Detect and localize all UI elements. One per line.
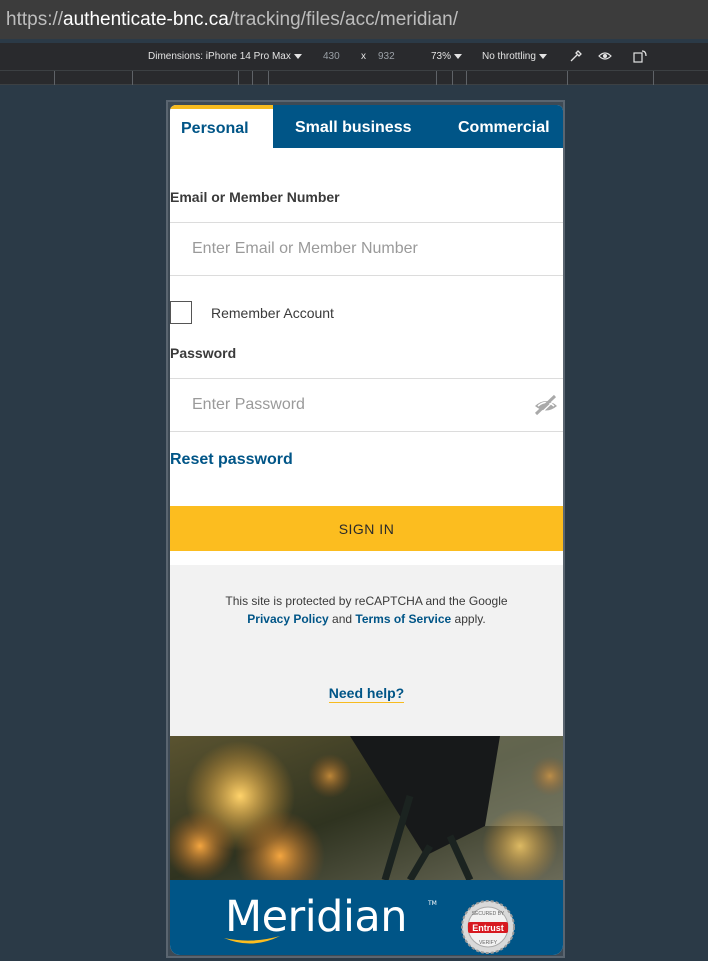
throttling-select[interactable]: No throttling [482, 51, 547, 62]
remember-checkbox[interactable] [170, 301, 192, 324]
eye-icon[interactable] [598, 50, 612, 62]
footer-brand-bar: Meridian TM SECURED BY Entrust VERIFY [170, 880, 563, 955]
address-bar[interactable]: https://authenticate-bnc.ca/tracking/fil… [0, 0, 708, 39]
recaptcha-notice: This site is protected by reCAPTCHA and … [220, 592, 513, 628]
device-ruler [0, 70, 708, 85]
seal-brand-text: Entrust [472, 923, 504, 933]
seal-top-text: SECURED BY [472, 911, 505, 917]
tab-commercial[interactable]: Commercial [458, 105, 550, 148]
password-field-wrapper [170, 378, 563, 432]
url-host: authenticate-bnc.ca [63, 8, 229, 30]
tab-personal[interactable]: Personal [170, 105, 273, 148]
info-section: This site is protected by reCAPTCHA and … [170, 565, 563, 736]
device-select[interactable]: Dimensions: iPhone 14 Pro Max [148, 51, 302, 62]
device-select-label: Dimensions: iPhone 14 Pro Max [148, 51, 291, 62]
email-field-wrapper [170, 222, 563, 276]
recaptcha-text-2: and [328, 612, 356, 626]
url-path: /tracking/files/acc/meridian/ [228, 8, 459, 30]
url-prefix: https:// [6, 8, 64, 30]
height-input[interactable]: 932 [378, 51, 395, 62]
zoom-select[interactable]: 73% [431, 51, 463, 62]
zoom-value: 73% [431, 51, 452, 62]
rotate-icon[interactable] [633, 49, 648, 63]
throttling-value: No throttling [482, 51, 536, 62]
eyedropper-icon[interactable] [569, 49, 583, 63]
device-frame: Personal Small business Commercial Email… [166, 100, 565, 958]
email-label: Email or Member Number [170, 189, 340, 205]
login-page: Personal Small business Commercial Email… [170, 105, 563, 955]
password-label: Password [170, 345, 237, 361]
chevron-down-icon [538, 53, 547, 59]
eye-slash-icon[interactable] [533, 394, 559, 416]
reset-password-link[interactable]: Reset password [170, 451, 293, 469]
terms-of-service-link[interactable]: Terms of Service [355, 612, 451, 626]
seal-bottom-text: VERIFY [479, 940, 498, 946]
privacy-policy-link[interactable]: Privacy Policy [247, 612, 328, 626]
segment-tabs: Personal Small business Commercial [170, 105, 563, 148]
need-help-container: Need help? [170, 683, 563, 703]
remember-label: Remember Account [211, 305, 334, 321]
recaptcha-text-3: apply. [451, 612, 486, 626]
width-input[interactable]: 430 [323, 51, 340, 62]
email-field[interactable] [170, 223, 563, 275]
recaptcha-text-1: This site is protected by reCAPTCHA and … [225, 594, 508, 608]
need-help-link[interactable]: Need help? [328, 685, 405, 703]
chevron-down-icon [293, 53, 302, 59]
hero-image [170, 736, 563, 880]
device-toolbar: Dimensions: iPhone 14 Pro Max 430 x 932 … [0, 43, 708, 70]
logo-swoosh-icon [224, 936, 280, 944]
chevron-down-icon [454, 53, 463, 59]
sign-in-button[interactable]: SIGN IN [170, 506, 563, 551]
password-field[interactable] [170, 379, 563, 431]
dimension-separator: x [361, 51, 366, 62]
trademark-mark: TM [428, 900, 437, 907]
entrust-seal[interactable]: SECURED BY Entrust VERIFY [461, 900, 515, 954]
tab-small-business[interactable]: Small business [295, 105, 412, 148]
